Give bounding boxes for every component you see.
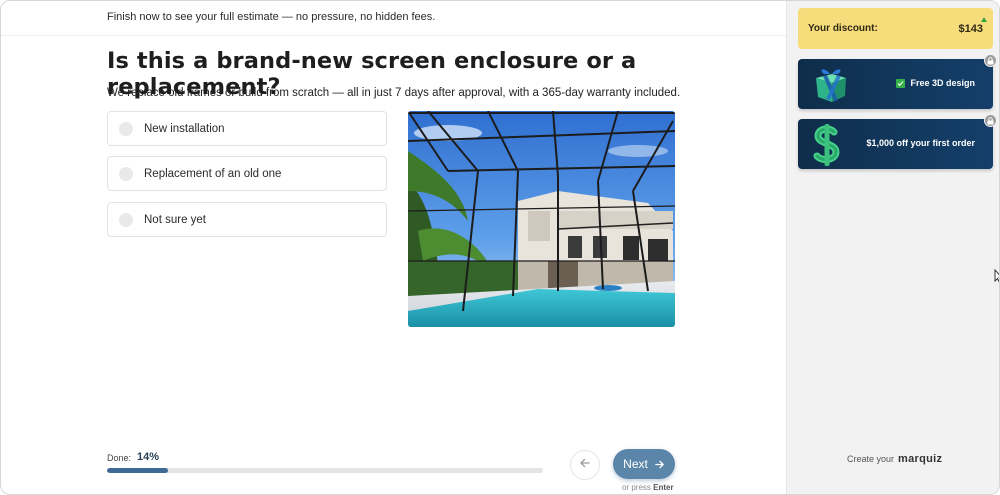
question-subtitle: We replace old frames or build from scra… [107,87,681,99]
checkbox-checked-icon [896,78,906,88]
gift-icon [810,64,852,109]
top-banner-text: Finish now to see your full estimate — n… [107,11,436,23]
discount-label: Your discount: [808,23,878,34]
increase-arrow-icon [981,16,987,22]
enter-hint-key: Enter [653,483,674,492]
lock-icon [984,114,997,127]
back-button[interactable] [570,450,600,480]
bonus-card-text: Free 3D design [896,78,975,88]
bonus-label: Free 3D design [910,78,975,88]
bonus-card-discount: $1,000 off your first order [798,114,997,171]
progress-bar-fill [107,468,169,473]
progress-label: Done: [107,453,132,463]
radio-icon[interactable] [119,121,133,136]
pool-enclosure-photo [408,111,675,327]
arrow-right-icon [654,459,665,470]
progress-bar [107,468,543,473]
next-button[interactable]: Next [613,449,675,479]
create-your-marquiz-link[interactable]: Create your marquiz [847,453,942,465]
option-new-installation[interactable]: New installation [107,111,387,146]
discount-value: $143 [958,22,983,35]
bonus-card-3d-design: Free 3D design [798,54,997,109]
arrow-left-icon [579,456,591,474]
brand-prefix: Create your [847,454,895,464]
top-banner: Finish now to see your full estimate — n… [1,1,786,36]
option-replacement[interactable]: Replacement of an old one [107,156,387,191]
enter-hint: or press Enter [622,483,674,492]
enter-hint-prefix: or press [622,483,651,492]
quiz-window: Finish now to see your full estimate — n… [0,0,1000,495]
lock-icon [984,54,997,67]
option-label: Replacement of an old one [144,167,282,180]
option-label: New installation [144,122,225,135]
progress-value: 14% [137,451,160,463]
radio-icon[interactable] [119,166,133,181]
marquiz-logo: marquiz [898,453,943,465]
bonus-label: $1,000 off your first order [866,138,975,148]
option-label: Not sure yet [144,213,206,226]
bonus-card-text: $1,000 off your first order [866,138,975,148]
discount-banner: Your discount: $143 [798,8,993,49]
next-button-label: Next [623,457,648,471]
dollar-icon [810,124,844,171]
discount-value-wrap: $143 [958,16,987,35]
radio-icon[interactable] [119,212,133,227]
option-not-sure[interactable]: Not sure yet [107,202,387,237]
mouse-cursor-icon [994,268,999,288]
bonus-sidebar: Your discount: $143 Free 3D design $1,00… [786,1,999,494]
quiz-main: Finish now to see your full estimate — n… [1,1,786,494]
